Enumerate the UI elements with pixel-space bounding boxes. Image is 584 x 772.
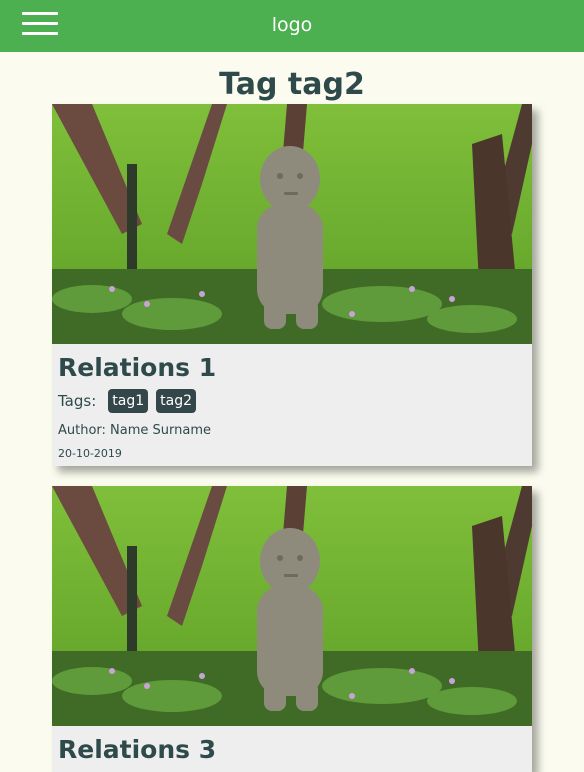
tag-tag2[interactable]: tag2 [156,389,197,413]
tags-label: Tags: [58,392,97,410]
logo[interactable]: logo [0,14,584,36]
post-title[interactable]: Relations 3 [58,734,526,766]
post-card-body: Relations 3 [52,726,532,772]
post-image[interactable] [52,486,532,726]
post-card[interactable]: Relations 3 [52,486,532,772]
post-tags: Tags: tag1 tag2 [58,387,526,415]
post-date: 20-10-2019 [58,447,122,460]
post-card[interactable]: Relations 1 Tags: tag1 tag2 Author: Name… [52,104,532,466]
post-title[interactable]: Relations 1 [58,352,526,384]
page-title: Tag tag2 [219,67,365,102]
tag-tag1[interactable]: tag1 [108,389,149,413]
post-card-body: Relations 1 Tags: tag1 tag2 Author: Name… [52,344,532,466]
post-author: Author: Name Surname [58,423,212,438]
post-image[interactable] [52,104,532,344]
top-navigation-bar: logo [0,0,584,52]
